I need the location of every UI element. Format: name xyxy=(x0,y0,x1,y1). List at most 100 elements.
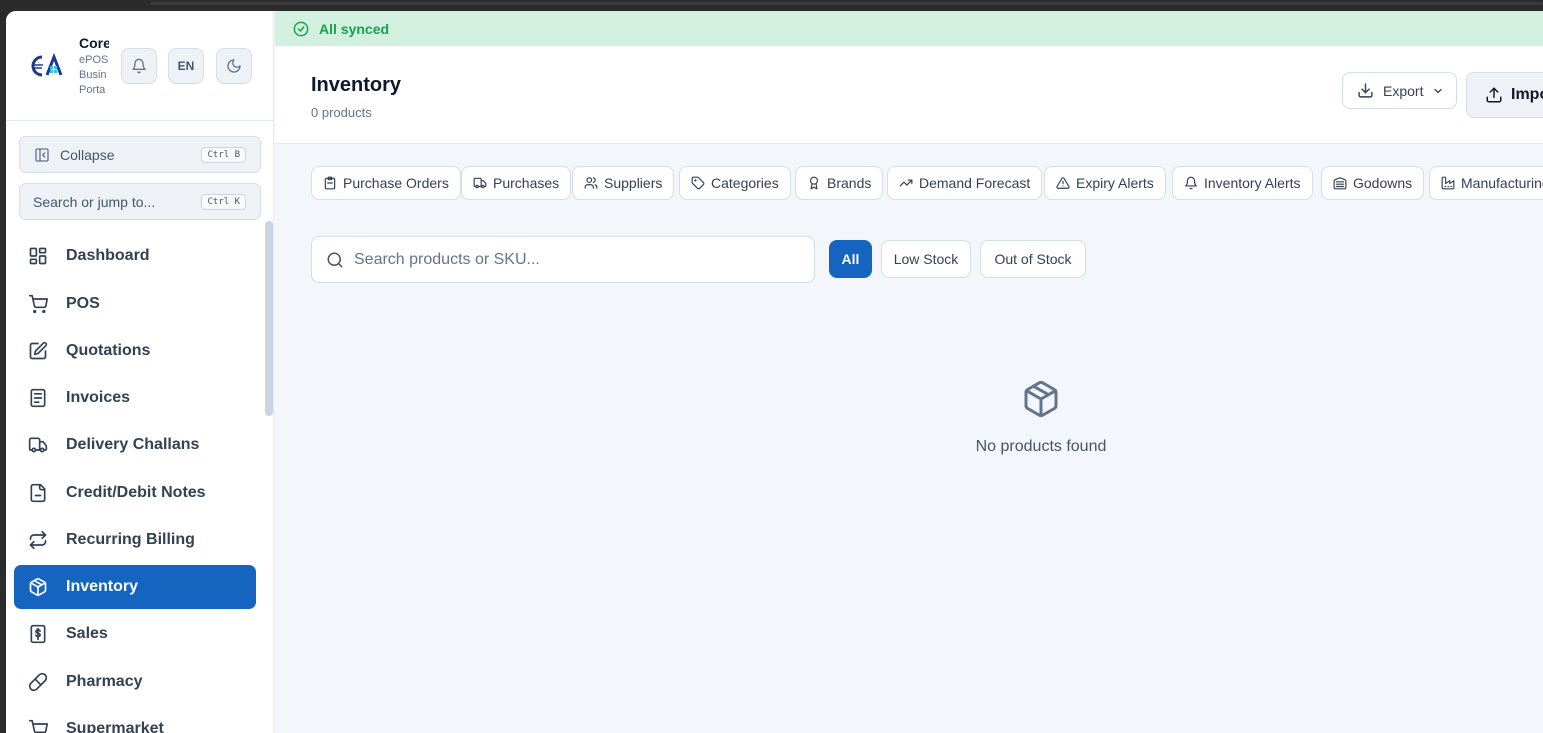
tab-brands[interactable]: Brands xyxy=(795,166,884,200)
tab-label: Manufacturing xyxy=(1461,175,1543,191)
factory-icon xyxy=(1441,176,1455,190)
sidebar-item-pharmacy[interactable]: Pharmacy xyxy=(14,660,256,704)
product-search-input[interactable] xyxy=(354,250,794,269)
sync-status-bar: All synced xyxy=(275,11,1543,46)
import-label: Import xyxy=(1511,86,1543,103)
empty-state-message: No products found xyxy=(975,438,1107,455)
sidebar-item-label: Dashboard xyxy=(66,247,150,264)
sidebar-item-label: Inventory xyxy=(66,578,139,595)
pill-icon xyxy=(28,672,48,692)
tab-label: Purchase Orders xyxy=(343,175,449,191)
edit-document-icon xyxy=(28,341,48,361)
package-icon xyxy=(28,577,48,597)
sidebar-item-label: Invoices xyxy=(66,389,131,406)
sidebar-item-delivery-challans[interactable]: Delivery Challans xyxy=(14,423,256,467)
tab-label: Suppliers xyxy=(604,175,663,191)
tab-label: Purchases xyxy=(493,175,560,191)
download-icon xyxy=(1358,83,1373,98)
tab-label: Inventory Alerts xyxy=(1204,175,1301,191)
sidebar-item-supermarket[interactable]: Supermarket xyxy=(14,707,256,733)
truck-icon xyxy=(28,435,48,455)
warning-icon xyxy=(1056,176,1070,190)
tab-inventory-alerts[interactable]: Inventory Alerts xyxy=(1172,166,1313,200)
truck-icon xyxy=(473,176,487,190)
product-search[interactable] xyxy=(311,236,815,283)
brand-subtitle-line-2: Busin xyxy=(79,69,107,81)
sidebar-item-pos[interactable]: POS xyxy=(14,282,256,326)
theme-toggle-button[interactable] xyxy=(216,48,252,84)
upload-icon xyxy=(1486,87,1502,103)
dashboard-icon xyxy=(28,246,48,266)
sidebar-collapse-icon xyxy=(35,147,49,162)
collapse-label: Collapse xyxy=(60,146,115,163)
tab-purchases[interactable]: Purchases xyxy=(461,166,572,200)
package-icon xyxy=(1024,380,1058,418)
browser-top-strip xyxy=(0,0,1543,11)
sidebar-item-invoices[interactable]: Invoices xyxy=(14,376,256,420)
tab-categories[interactable]: Categories xyxy=(679,166,791,200)
notifications-button[interactable] xyxy=(121,48,157,84)
search-jump-placeholder: Search or jump to... xyxy=(33,193,156,210)
sidebar: Core ePOS Busin Porta EN Collapse Ctrl B… xyxy=(6,11,274,733)
warehouse-icon xyxy=(1333,176,1347,190)
receipt-icon xyxy=(28,388,48,408)
sidebar-item-credit-debit-notes[interactable]: Credit/Debit Notes xyxy=(14,471,256,515)
tab-suppliers[interactable]: Suppliers xyxy=(572,166,675,200)
search-jump-input[interactable]: Search or jump to... Ctrl K xyxy=(19,183,261,220)
search-icon xyxy=(327,252,343,267)
sidebar-scrollbar[interactable] xyxy=(265,221,273,416)
import-button[interactable]: Import xyxy=(1466,72,1543,118)
cart-icon xyxy=(28,719,48,733)
sidebar-item-label: Sales xyxy=(66,625,108,642)
cart-icon xyxy=(28,294,48,314)
tab-label: Categories xyxy=(711,175,779,191)
sync-status-text: All synced xyxy=(319,20,390,37)
sidebar-item-label: Delivery Challans xyxy=(66,436,200,453)
tab-label: Brands xyxy=(827,175,872,191)
product-count: 0 products xyxy=(311,105,372,120)
award-icon xyxy=(807,176,821,190)
tab-demand-forecast[interactable]: Demand Forecast xyxy=(887,166,1043,200)
sidebar-item-sales[interactable]: Sales xyxy=(14,612,256,656)
dollar-receipt-icon xyxy=(28,624,48,644)
brand-subtitle-line-1: ePOS xyxy=(79,54,109,66)
brand-logo[interactable] xyxy=(30,53,66,79)
bell-icon xyxy=(132,58,146,74)
document-icon xyxy=(28,483,48,503)
tab-godowns[interactable]: Godowns xyxy=(1321,166,1425,200)
search-jump-shortcut: Ctrl K xyxy=(201,194,246,210)
moon-icon xyxy=(227,59,241,73)
filter-all-button[interactable]: All xyxy=(829,240,872,278)
clipboard-icon xyxy=(323,176,337,190)
sidebar-item-label: POS xyxy=(66,295,100,312)
chevron-down-icon xyxy=(1434,88,1443,93)
sidebar-item-dashboard[interactable]: Dashboard xyxy=(14,234,256,278)
users-icon xyxy=(584,176,598,190)
sidebar-item-label: Pharmacy xyxy=(66,673,143,690)
filter-low-stock-button[interactable]: Low Stock xyxy=(881,240,971,278)
brand-subtitle-line-3: Porta xyxy=(79,84,106,96)
browser-top-line xyxy=(150,2,1543,5)
sidebar-item-recurring-billing[interactable]: Recurring Billing xyxy=(14,518,256,562)
tab-label: Demand Forecast xyxy=(919,175,1031,191)
filter-out-of-stock-button[interactable]: Out of Stock xyxy=(980,240,1086,278)
tab-manufacturing[interactable]: Manufacturing xyxy=(1429,166,1543,200)
language-button[interactable]: EN xyxy=(168,48,204,84)
brand-header: Core ePOS Busin Porta EN xyxy=(6,11,274,121)
tab-expiry-alerts[interactable]: Expiry Alerts xyxy=(1044,166,1166,200)
sidebar-item-quotations[interactable]: Quotations xyxy=(14,329,256,373)
page-header: Inventory 0 products Export Import xyxy=(275,46,1543,144)
brand-name: Core xyxy=(79,35,109,51)
sidebar-item-label: Recurring Billing xyxy=(66,531,195,548)
trending-up-icon xyxy=(899,176,913,190)
main-content: All synced Inventory 0 products Export I… xyxy=(275,11,1543,733)
sidebar-item-inventory[interactable]: Inventory xyxy=(14,565,256,609)
collapse-shortcut: Ctrl B xyxy=(201,147,246,163)
sidebar-item-label: Credit/Debit Notes xyxy=(66,484,206,501)
tab-label: Expiry Alerts xyxy=(1076,175,1154,191)
tab-purchase-orders[interactable]: Purchase Orders xyxy=(311,166,461,200)
export-button[interactable]: Export xyxy=(1342,72,1457,109)
sidebar-item-label: Supermarket xyxy=(66,720,164,733)
app-window: Core ePOS Busin Porta EN Collapse Ctrl B… xyxy=(6,11,1543,733)
collapse-sidebar-button[interactable]: Collapse Ctrl B xyxy=(19,136,261,173)
